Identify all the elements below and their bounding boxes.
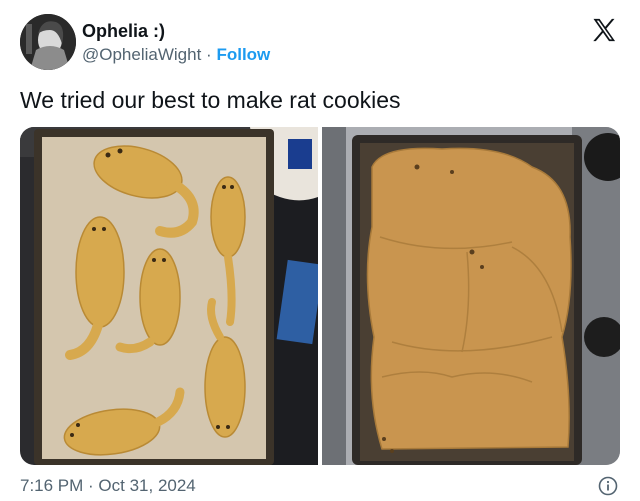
display-name[interactable]: Ophelia :) <box>82 20 270 42</box>
avatar[interactable] <box>20 14 76 70</box>
tweet-footer: 7:16 PM · Oct 31, 2024 <box>20 476 620 496</box>
follow-button[interactable]: Follow <box>216 45 270 64</box>
handle[interactable]: @OpheliaWight <box>82 45 201 64</box>
info-icon[interactable] <box>598 476 618 496</box>
separator-dot: · <box>206 45 212 64</box>
timestamp[interactable]: 7:16 PM · Oct 31, 2024 <box>20 476 196 495</box>
x-logo-icon[interactable] <box>590 16 618 44</box>
photo-unbaked-rat-cookies[interactable] <box>20 127 324 465</box>
photo-baked-merged-cookies[interactable] <box>322 127 620 465</box>
tweet-text: We tried our best to make rat cookies <box>20 87 401 113</box>
tweet-header: Ophelia :) @OpheliaWight · Follow <box>20 14 620 70</box>
tweet-card: Ophelia :) @OpheliaWight · Follow We tri… <box>0 0 640 501</box>
handle-row: @OpheliaWight · Follow <box>82 44 270 66</box>
author-info: Ophelia :) @OpheliaWight · Follow <box>82 20 270 66</box>
tweet-media[interactable] <box>20 127 620 465</box>
